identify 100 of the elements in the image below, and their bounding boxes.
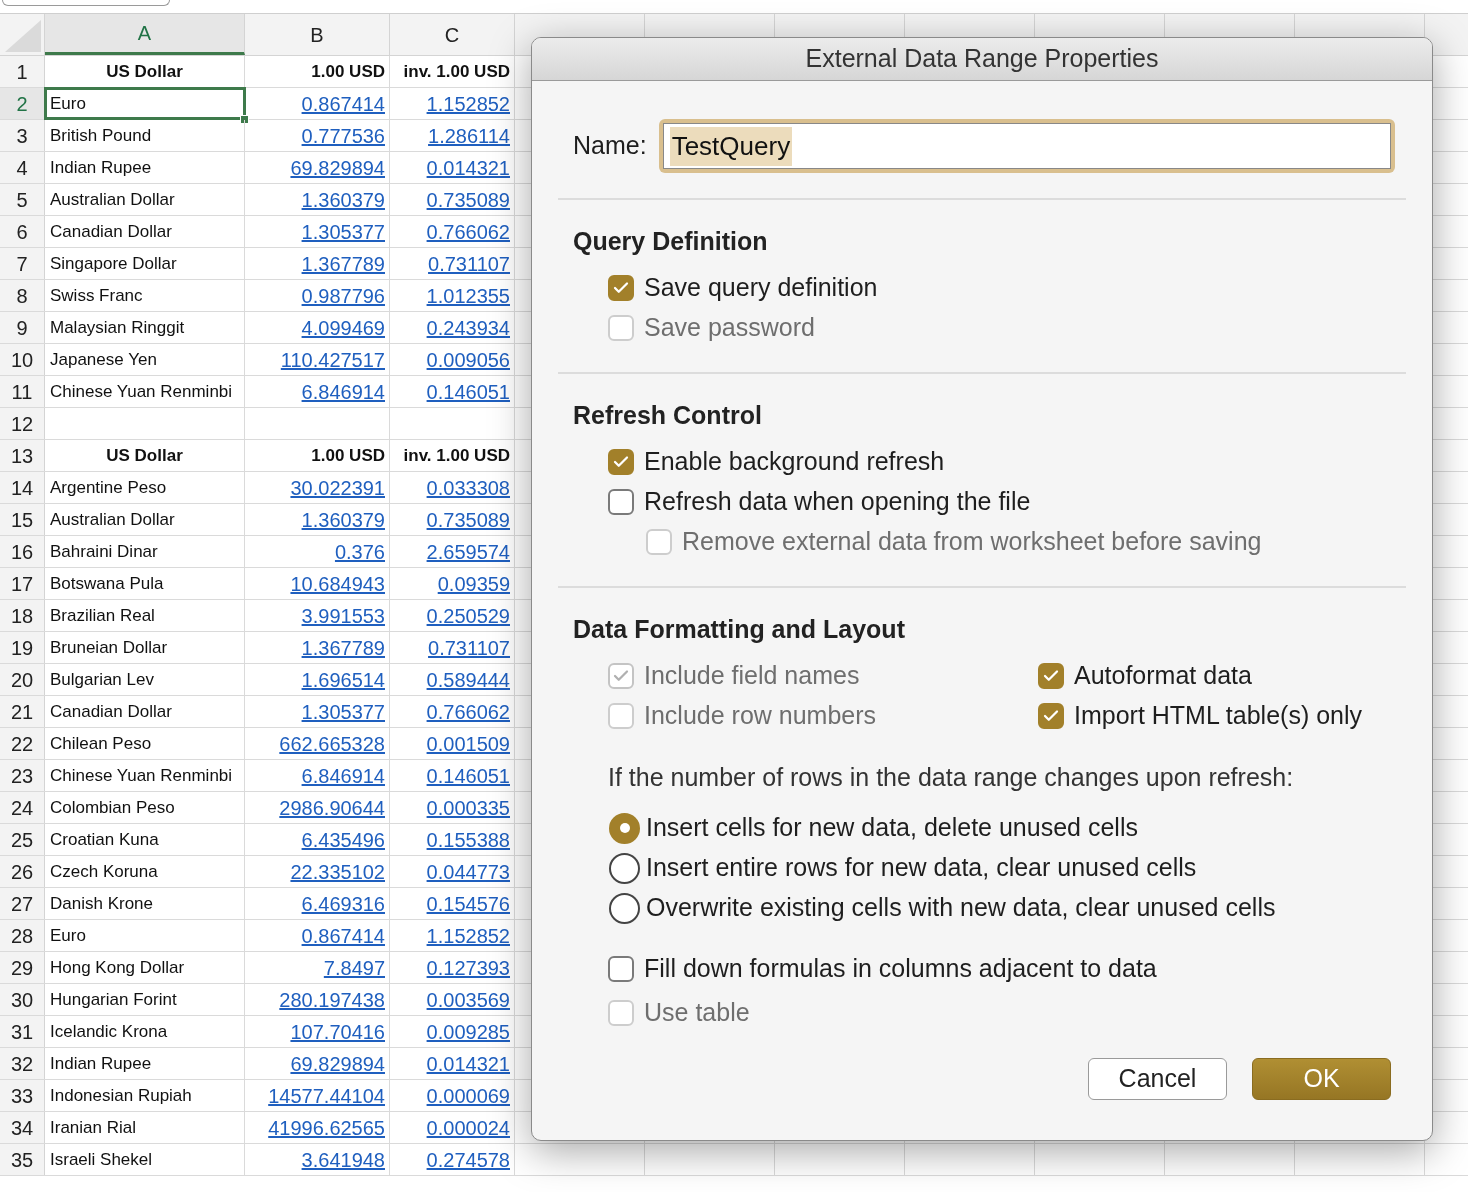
rate-link[interactable]: 0.000069	[426, 1080, 510, 1111]
row-number[interactable]: 18	[0, 600, 45, 631]
row-number[interactable]: 20	[0, 664, 45, 695]
rate-link[interactable]: 0.146051	[426, 376, 510, 407]
rate-link[interactable]: 0.376	[334, 536, 385, 567]
row-number[interactable]: 5	[0, 184, 45, 215]
rate-link[interactable]: 6.435496	[301, 824, 385, 855]
row-number[interactable]: 26	[0, 856, 45, 887]
row-number[interactable]: 25	[0, 824, 45, 855]
row-number[interactable]: 1	[0, 56, 45, 87]
rate-link[interactable]: 0.735089	[426, 504, 510, 535]
radio-button[interactable]	[609, 852, 640, 884]
row-number[interactable]: 29	[0, 952, 45, 983]
row-number[interactable]: 8	[0, 280, 45, 311]
checkbox[interactable]	[608, 275, 634, 301]
rate-link[interactable]: 0.009056	[426, 344, 510, 375]
rate-link[interactable]: 0.766062	[426, 696, 510, 727]
rate-link[interactable]: 0.003569	[426, 984, 510, 1015]
row-number[interactable]: 19	[0, 632, 45, 663]
rate-link[interactable]: 22.335102	[290, 856, 385, 887]
rate-link[interactable]: 0.127393	[426, 952, 510, 983]
rate-link[interactable]: 0.867414	[301, 88, 385, 119]
rate-link[interactable]: 0.274578	[426, 1144, 510, 1175]
rate-link[interactable]: 0.014321	[426, 1048, 510, 1079]
rate-link[interactable]: 41996.62565	[268, 1112, 385, 1143]
row-number[interactable]: 13	[0, 440, 45, 471]
row-number[interactable]: 6	[0, 216, 45, 247]
rate-link[interactable]: 30.022391	[290, 472, 385, 503]
rate-link[interactable]: 2986.90644	[279, 792, 385, 823]
row-number[interactable]: 10	[0, 344, 45, 375]
rate-link[interactable]: 4.099469	[301, 312, 385, 343]
row-number[interactable]: 2	[0, 88, 45, 119]
rate-link[interactable]: 0.09359	[437, 568, 510, 599]
rate-link[interactable]: 0.243934	[426, 312, 510, 343]
rate-link[interactable]: 280.197438	[279, 984, 385, 1015]
cancel-button[interactable]: Cancel	[1088, 1058, 1227, 1100]
row-number[interactable]: 17	[0, 568, 45, 599]
rate-link[interactable]: 0.155388	[426, 824, 510, 855]
rate-link[interactable]: 1.696514	[301, 664, 385, 695]
row-number[interactable]: 34	[0, 1112, 45, 1143]
rate-link[interactable]: 2.659574	[426, 536, 510, 567]
row-number[interactable]: 4	[0, 152, 45, 183]
radio-button[interactable]	[609, 892, 640, 924]
column-header[interactable]: C	[390, 14, 515, 55]
rate-link[interactable]: 110.427517	[280, 344, 385, 375]
rate-link[interactable]: 69.829894	[290, 152, 385, 183]
row-number[interactable]: 15	[0, 504, 45, 535]
rate-link[interactable]: 6.846914	[301, 760, 385, 791]
rate-link[interactable]: 662.665328	[279, 728, 385, 759]
rate-link[interactable]: 10.684943	[290, 568, 385, 599]
rate-link[interactable]: 3.641948	[301, 1144, 385, 1175]
rate-link[interactable]: 1.360379	[301, 504, 385, 535]
rate-link[interactable]: 1.286114	[428, 120, 510, 151]
rate-link[interactable]: 107.70416	[290, 1016, 385, 1047]
row-number[interactable]: 31	[0, 1016, 45, 1047]
name-field[interactable]: TestQuery	[658, 119, 1395, 173]
row-number[interactable]: 22	[0, 728, 45, 759]
rate-link[interactable]: 1.152852	[426, 88, 510, 119]
checkbox[interactable]	[608, 489, 634, 515]
rate-link[interactable]: 3.991553	[301, 600, 385, 631]
row-number[interactable]: 23	[0, 760, 45, 791]
fill-handle[interactable]	[240, 115, 249, 124]
rate-link[interactable]: 0.000335	[426, 792, 510, 823]
rate-link[interactable]: 0.014321	[426, 152, 510, 183]
rate-link[interactable]: 0.033308	[426, 472, 510, 503]
row-number[interactable]: 9	[0, 312, 45, 343]
rate-link[interactable]: 6.846914	[301, 376, 385, 407]
rate-link[interactable]: 14577.44104	[268, 1080, 385, 1111]
rate-link[interactable]: 6.469316	[301, 888, 385, 919]
row-number[interactable]: 32	[0, 1048, 45, 1079]
column-header[interactable]: A	[45, 14, 245, 55]
rate-link[interactable]: 0.009285	[426, 1016, 510, 1047]
row-number[interactable]: 16	[0, 536, 45, 567]
rate-link[interactable]: 0.777536	[301, 120, 385, 151]
row-number[interactable]: 7	[0, 248, 45, 279]
rate-link[interactable]: 1.305377	[301, 216, 385, 247]
radio-button[interactable]	[609, 812, 640, 844]
rate-link[interactable]: 0.589444	[426, 664, 510, 695]
column-header[interactable]: B	[245, 14, 390, 55]
rate-link[interactable]: 0.766062	[426, 216, 510, 247]
rate-link[interactable]: 0.000024	[426, 1112, 510, 1143]
row-number[interactable]: 12	[0, 408, 45, 439]
row-number[interactable]: 3	[0, 120, 45, 151]
row-number[interactable]: 28	[0, 920, 45, 951]
row-number[interactable]: 30	[0, 984, 45, 1015]
row-number[interactable]: 35	[0, 1144, 45, 1175]
rate-link[interactable]: 0.731107	[428, 248, 510, 279]
rate-link[interactable]: 1.012355	[426, 280, 510, 311]
rate-link[interactable]: 1.305377	[301, 696, 385, 727]
rate-link[interactable]: 69.829894	[290, 1048, 385, 1079]
row-number[interactable]: 14	[0, 472, 45, 503]
rate-link[interactable]: 0.731107	[428, 632, 510, 663]
rate-link[interactable]: 0.735089	[426, 184, 510, 215]
rate-link[interactable]: 7.8497	[323, 952, 385, 983]
rate-link[interactable]: 0.044773	[426, 856, 510, 887]
rate-link[interactable]: 1.367789	[301, 632, 385, 663]
rate-link[interactable]: 1.360379	[301, 184, 385, 215]
row-number[interactable]: 24	[0, 792, 45, 823]
rate-link[interactable]: 0.987796	[301, 280, 385, 311]
checkbox[interactable]	[1038, 663, 1064, 689]
